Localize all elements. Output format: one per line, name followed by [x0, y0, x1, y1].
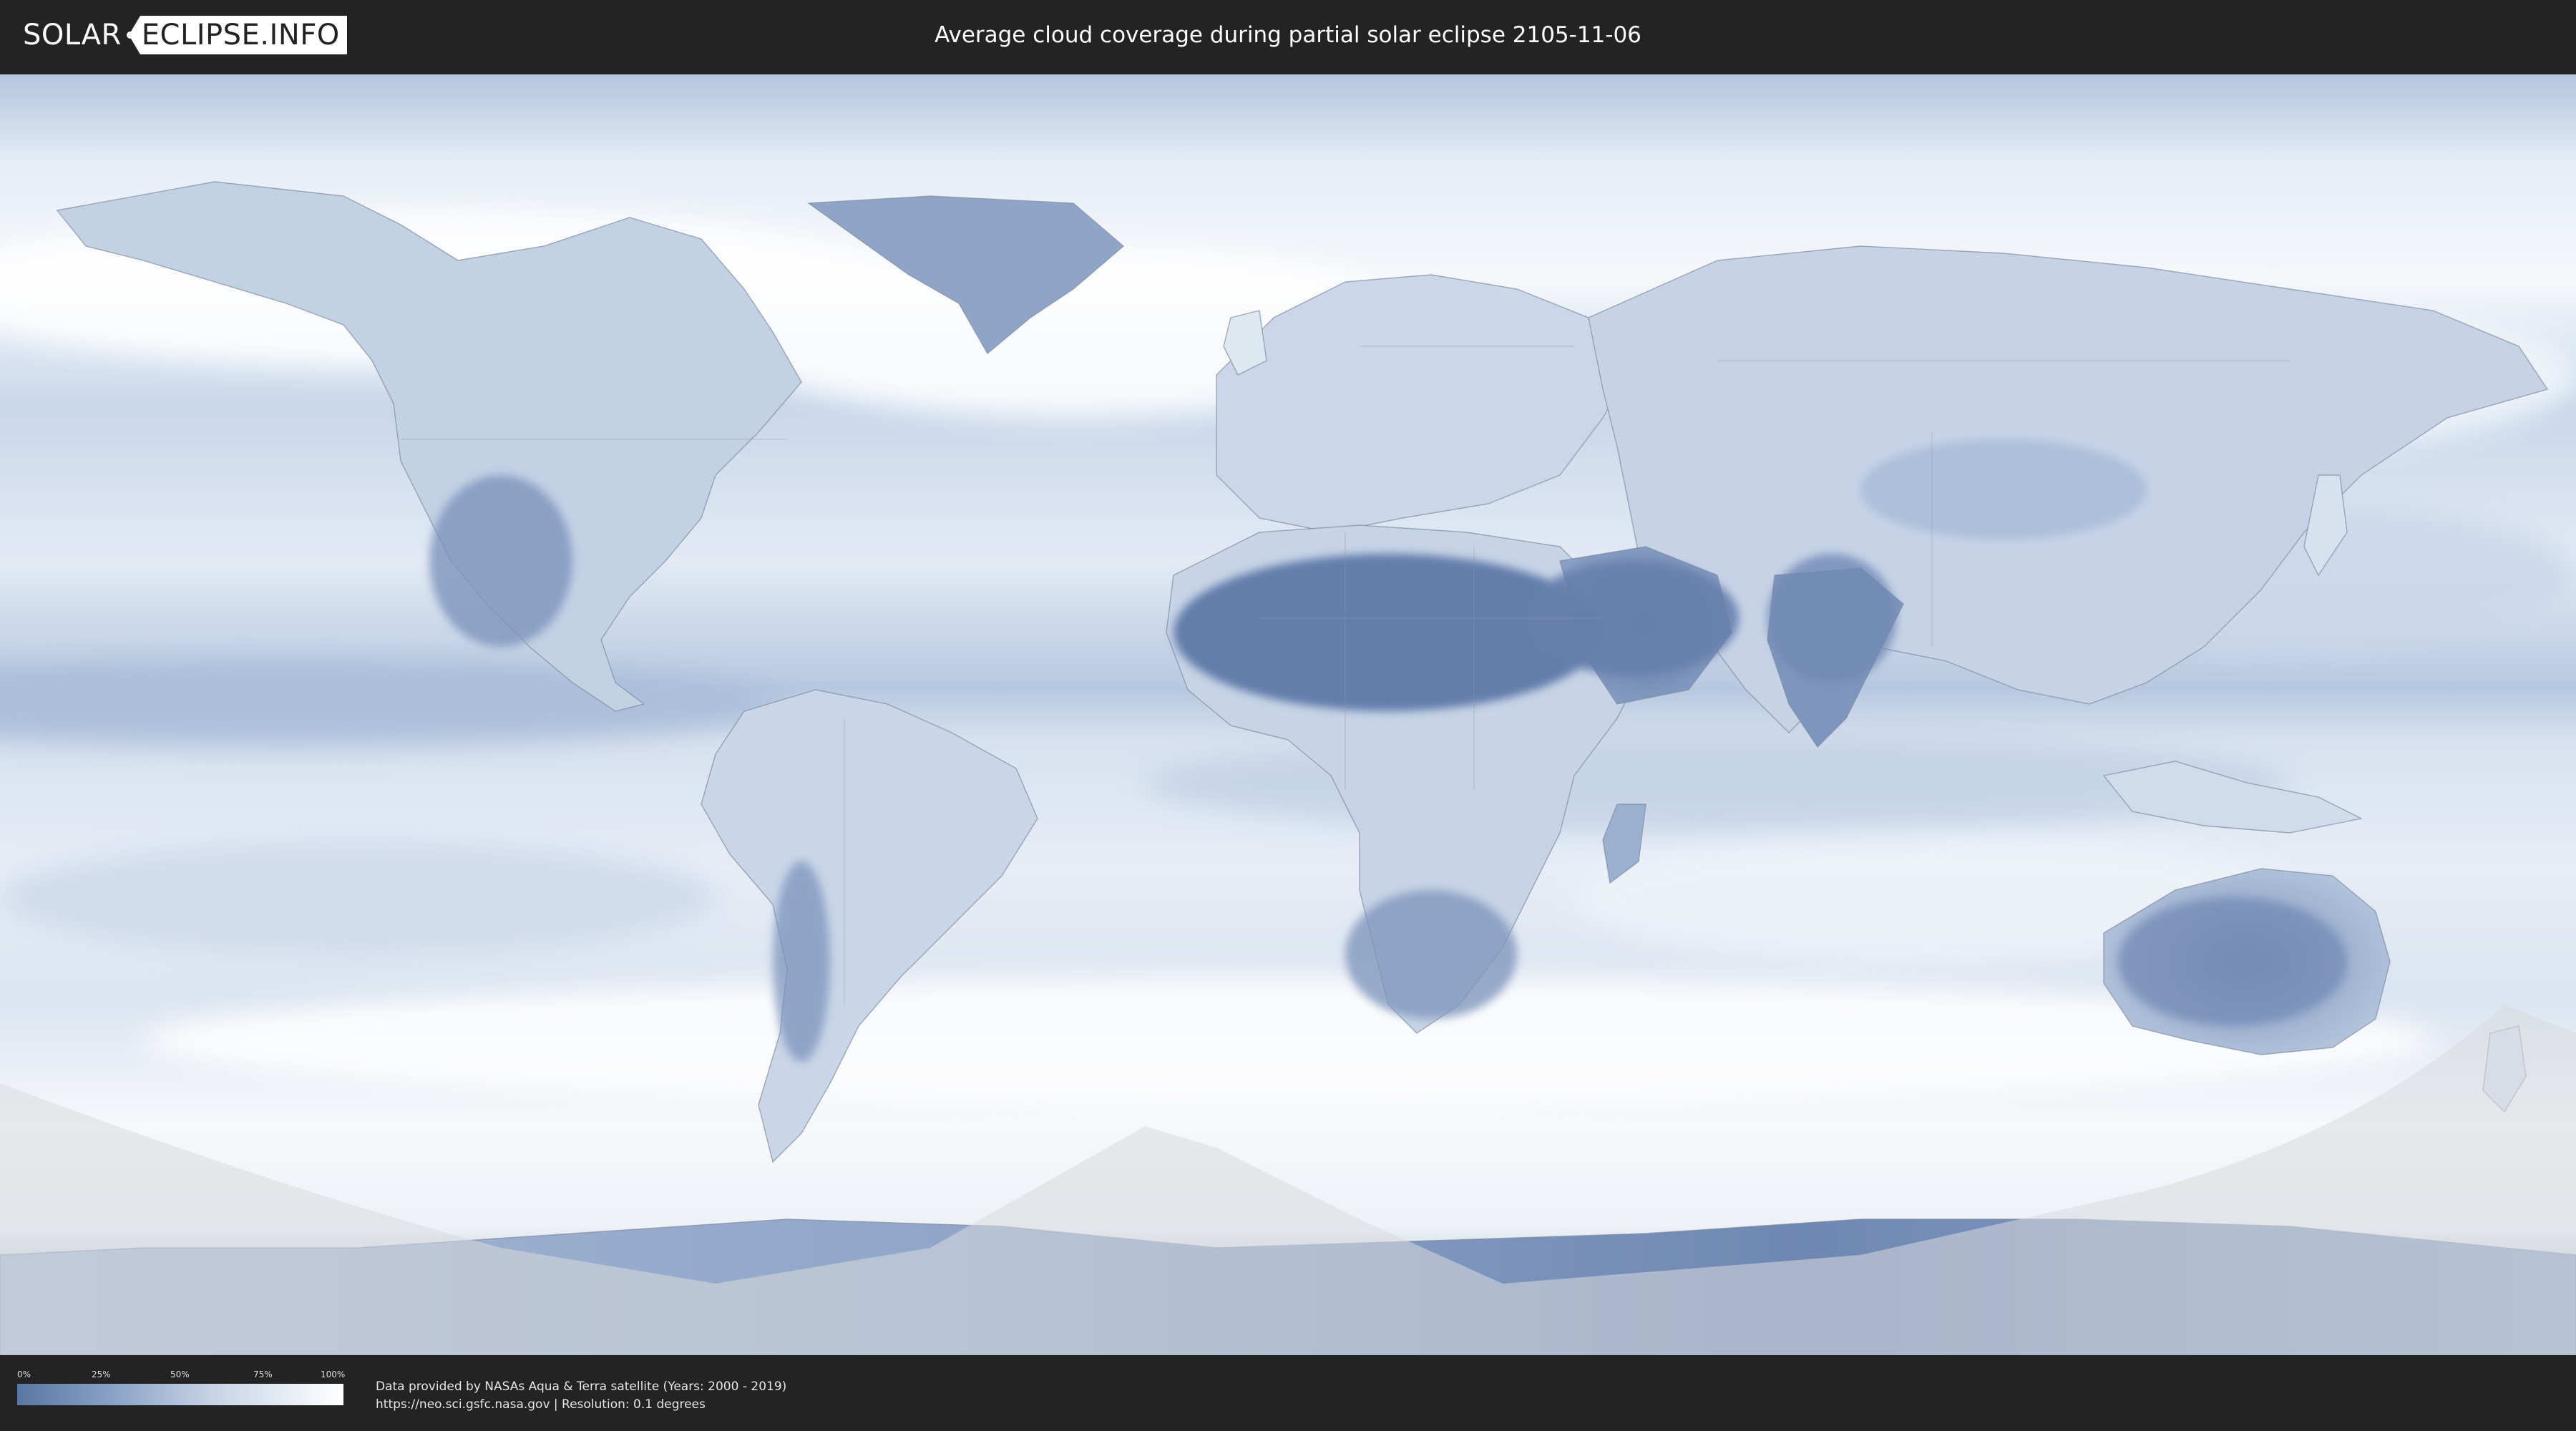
- legend-tick-25: 25%: [92, 1369, 111, 1379]
- legend-tick-75: 75%: [253, 1369, 273, 1379]
- logo-moon-icon: [124, 16, 140, 54]
- cloud-coverage-legend: 0% 25% 50% 75% 100%: [17, 1369, 346, 1410]
- legend-color-bar: [17, 1384, 343, 1405]
- data-credits: Data provided by NASAs Aqua & Terra sate…: [376, 1378, 786, 1414]
- site-logo[interactable]: SOLAR ECLIPSE.INFO: [23, 16, 347, 54]
- legend-tick-100: 100%: [321, 1369, 346, 1379]
- cloud-coverage-map[interactable]: [0, 74, 2576, 1355]
- footer-bar: 0% 25% 50% 75% 100% Data provided by NAS…: [0, 1355, 2576, 1431]
- credit-line-1: Data provided by NASAs Aqua & Terra sate…: [376, 1379, 787, 1394]
- page-title: Average cloud coverage during partial so…: [935, 22, 1641, 48]
- world-map-svg: [0, 74, 2576, 1355]
- legend-tick-0: 0%: [17, 1369, 31, 1379]
- logo-eclipse-text: ECLIPSE.INFO: [140, 16, 347, 54]
- header-bar: SOLAR ECLIPSE.INFO Average cloud coverag…: [0, 0, 2576, 72]
- legend-tick-50: 50%: [170, 1369, 190, 1379]
- page: SOLAR ECLIPSE.INFO Average cloud coverag…: [0, 0, 2576, 1431]
- logo-solar-text: SOLAR: [23, 19, 122, 52]
- credit-line-2: https://neo.sci.gsfc.nasa.gov | Resoluti…: [376, 1397, 706, 1412]
